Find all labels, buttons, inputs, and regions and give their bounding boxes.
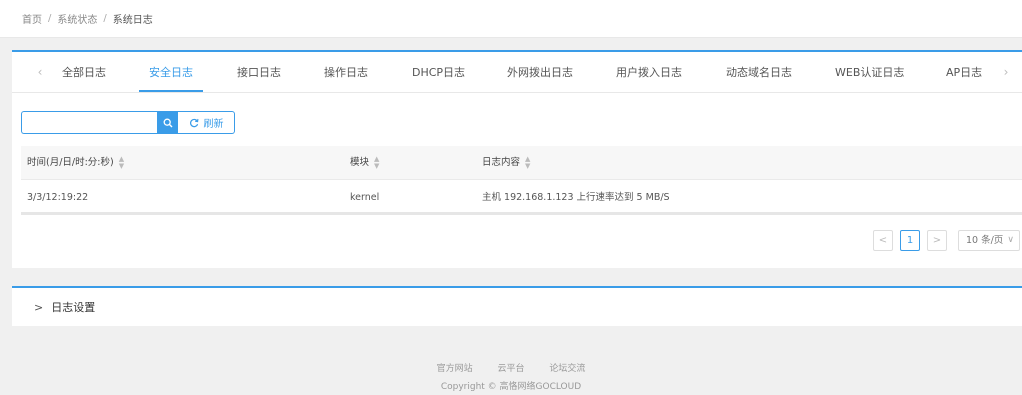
tab-interface-logs[interactable]: 接口日志	[237, 52, 281, 92]
tab-user-dialin-logs[interactable]: 用户拨入日志	[616, 52, 682, 92]
refresh-label: 刷新	[203, 119, 224, 130]
table-header: 时间(月/日/时:分:秒) ▲ ▼ 模块 ▲ ▼ 日志内容 ▲ ▼	[21, 146, 1022, 180]
breadcrumb: 首页 / 系统状态 / 系统日志	[0, 0, 1022, 38]
footer-links: 官方网站 云平台 论坛交流	[0, 361, 1022, 374]
sort-icon[interactable]: ▲ ▼	[119, 156, 124, 170]
chevron-right-icon: >	[34, 300, 44, 314]
page-size-select[interactable]: 10 条/页 ∨	[958, 230, 1020, 251]
tab-all-logs[interactable]: 全部日志	[62, 52, 106, 92]
footer-link-official-site[interactable]: 官方网站	[437, 364, 473, 374]
chevron-left-icon[interactable]: ‹	[34, 65, 46, 79]
table-row: 3/3/12:19:22 kernel 主机 192.168.1.123 上行速…	[21, 181, 1022, 215]
refresh-icon	[189, 118, 198, 127]
prev-page-button[interactable]: <	[873, 230, 893, 251]
column-label: 日志内容	[482, 157, 521, 168]
log-settings-label: 日志设置	[51, 301, 96, 314]
search-icon	[163, 118, 172, 127]
tab-ddns-logs[interactable]: 动态域名日志	[726, 52, 792, 92]
column-header-module[interactable]: 模块 ▲ ▼	[350, 146, 379, 180]
cell-time: 3/3/12:19:22	[27, 192, 89, 203]
chevron-down-icon: ∨	[1007, 235, 1014, 245]
breadcrumb-current: 系统日志	[112, 15, 153, 26]
chevron-right-icon[interactable]: ›	[1000, 65, 1012, 79]
search-button[interactable]	[157, 111, 178, 134]
refresh-button[interactable]: 刷新	[178, 111, 235, 134]
breadcrumb-system-status[interactable]: 系统状态	[57, 11, 97, 26]
page-size-value: 10 条/页	[966, 235, 1004, 246]
tab-ap-logs[interactable]: AP日志	[946, 52, 982, 92]
cell-content: 主机 192.168.1.123 上行速率达到 5 MB/S	[482, 192, 670, 203]
breadcrumb-separator: /	[48, 13, 52, 24]
search-bar: 刷新	[21, 111, 235, 134]
column-label: 时间(月/日/时:分:秒)	[27, 157, 114, 168]
column-header-content[interactable]: 日志内容 ▲ ▼	[482, 146, 530, 180]
column-label: 模块	[350, 157, 370, 168]
column-header-time[interactable]: 时间(月/日/时:分:秒) ▲ ▼	[27, 146, 124, 180]
log-panel: ‹ 全部日志 安全日志 接口日志 操作日志 DHCP日志 外网拨出日志 用户拨入…	[12, 50, 1022, 268]
breadcrumb-separator: /	[103, 13, 107, 24]
copyright: Copyright © 高恪网络GOCLOUD	[440, 382, 582, 392]
footer-link-forum[interactable]: 论坛交流	[549, 364, 585, 374]
log-tabs: ‹ 全部日志 安全日志 接口日志 操作日志 DHCP日志 外网拨出日志 用户拨入…	[12, 52, 1022, 93]
next-page-button[interactable]: >	[927, 230, 947, 251]
tab-wan-dialout-logs[interactable]: 外网拨出日志	[507, 52, 573, 92]
footer-link-cloud-platform[interactable]: 云平台	[497, 364, 524, 374]
sort-icon[interactable]: ▲ ▼	[374, 156, 379, 170]
tab-operation-logs[interactable]: 操作日志	[324, 52, 368, 92]
tab-dhcp-logs[interactable]: DHCP日志	[412, 52, 465, 92]
tab-web-auth-logs[interactable]: WEB认证日志	[835, 52, 904, 92]
cell-module: kernel	[350, 192, 380, 203]
log-settings-collapse[interactable]: > 日志设置	[12, 286, 1022, 326]
breadcrumb-home[interactable]: 首页	[22, 11, 42, 26]
tab-security-logs[interactable]: 安全日志	[149, 52, 193, 92]
page-1-button[interactable]: 1	[900, 230, 920, 251]
active-tab-indicator	[139, 90, 203, 92]
search-input[interactable]	[21, 111, 157, 134]
sort-icon[interactable]: ▲ ▼	[525, 156, 530, 170]
